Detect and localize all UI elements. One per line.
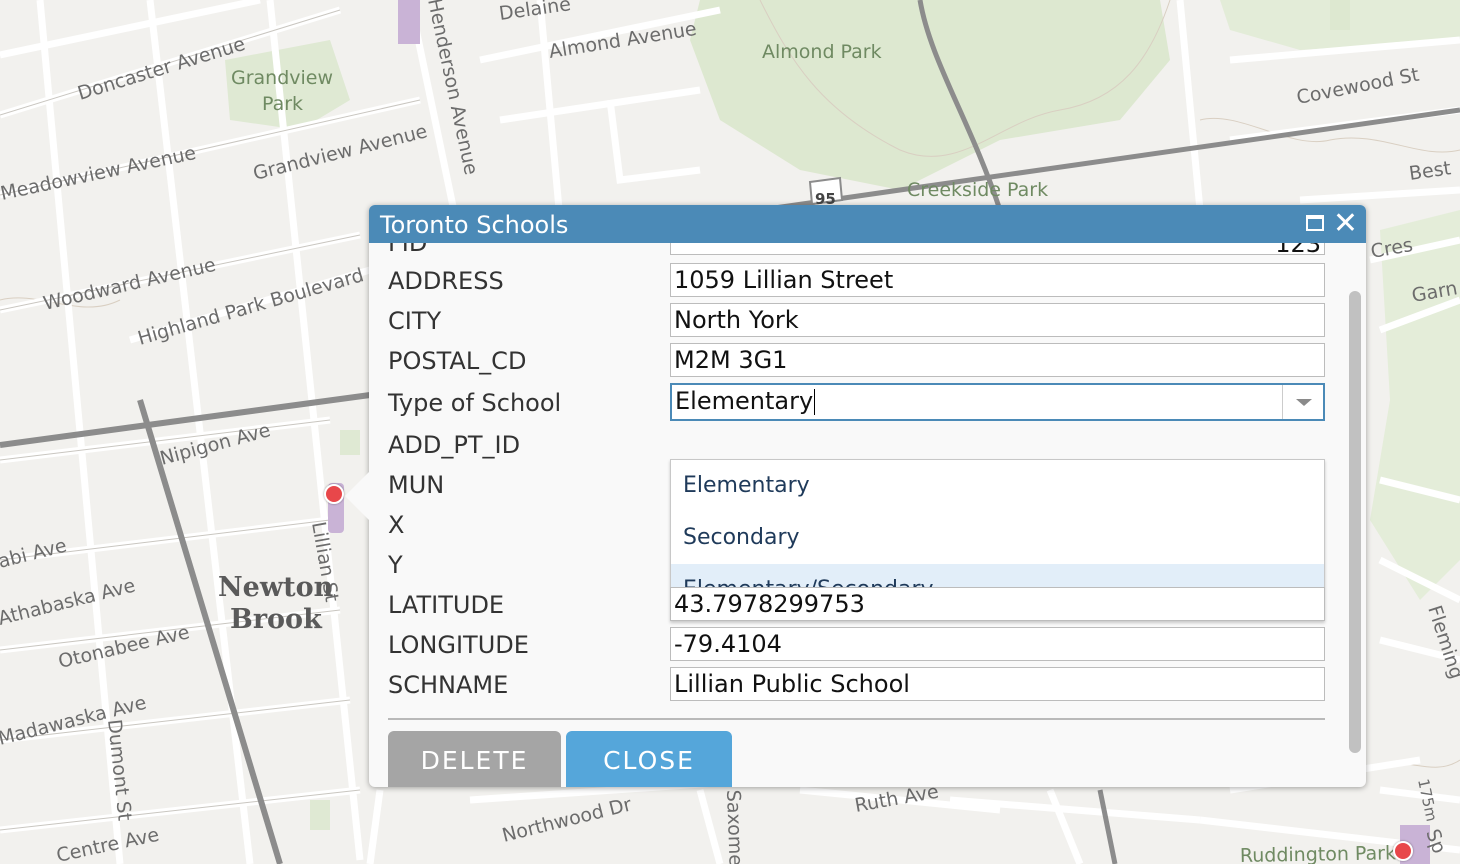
park-label: Ruddington Park bbox=[1240, 842, 1396, 864]
park-label: Creekside Park bbox=[907, 179, 1048, 201]
field-label-y: Y bbox=[388, 551, 403, 579]
close-button[interactable]: CLOSE bbox=[566, 731, 732, 787]
field-label-postal: POSTAL_CD bbox=[388, 347, 527, 375]
close-icon[interactable]: ✕ bbox=[1333, 207, 1358, 241]
popup-title: Toronto Schools bbox=[380, 211, 569, 239]
park-label: Grandview bbox=[231, 67, 333, 89]
longitude-field[interactable]: -79.4104 bbox=[670, 627, 1325, 661]
field-label-address: ADDRESS bbox=[388, 267, 504, 295]
text-caret bbox=[814, 389, 816, 415]
attribute-popup: Toronto Schools ✕ FID 123 ADDRESS 1059 L… bbox=[345, 205, 1366, 787]
address-field[interactable]: 1059 Lillian Street bbox=[670, 263, 1325, 297]
chevron-down-icon[interactable] bbox=[1282, 385, 1323, 419]
popup-titlebar[interactable]: Toronto Schools ✕ bbox=[369, 205, 1366, 243]
area-label: Brook bbox=[230, 604, 323, 635]
field-label-city: CITY bbox=[388, 307, 442, 335]
delete-button[interactable]: DELETE bbox=[388, 731, 561, 787]
dropdown-option-secondary[interactable]: Secondary bbox=[671, 512, 1324, 564]
field-label-fid: FID bbox=[388, 243, 428, 257]
road-label: Saxome Ave bbox=[722, 789, 748, 864]
field-label-schname: SCHNAME bbox=[388, 671, 509, 699]
park-label: Park bbox=[262, 93, 303, 115]
field-label-school-type: Type of School bbox=[388, 389, 562, 417]
school-marker[interactable] bbox=[1393, 841, 1413, 861]
dropdown-option-elementary[interactable]: Elementary bbox=[671, 460, 1324, 512]
field-label-longitude: LONGITUDE bbox=[388, 631, 529, 659]
field-label-latitude: LATITUDE bbox=[388, 591, 505, 619]
school-name-field[interactable]: Lillian Public School bbox=[670, 667, 1325, 701]
postal-code-field[interactable]: M2M 3G1 bbox=[670, 343, 1325, 377]
city-field[interactable]: North York bbox=[670, 303, 1325, 337]
divider bbox=[388, 718, 1325, 720]
scrollbar[interactable] bbox=[1349, 291, 1361, 753]
popup-body[interactable]: FID 123 ADDRESS 1059 Lillian Street CITY… bbox=[369, 243, 1366, 787]
field-label-x: X bbox=[388, 511, 405, 539]
popup-pointer bbox=[345, 472, 369, 520]
school-type-select[interactable]: Elementary bbox=[670, 383, 1325, 421]
latitude-field[interactable]: 43.7978299753 bbox=[670, 587, 1325, 621]
school-type-value: Elementary bbox=[675, 387, 814, 415]
park-label: Almond Park bbox=[762, 41, 882, 63]
school-marker-selected[interactable] bbox=[324, 484, 344, 504]
fid-field[interactable]: 123 bbox=[670, 243, 1325, 255]
field-label-add-pt-id: ADD_PT_ID bbox=[388, 431, 521, 459]
field-label-mun: MUN bbox=[388, 471, 445, 499]
maximize-icon[interactable] bbox=[1306, 215, 1324, 231]
area-label: Newton bbox=[218, 572, 334, 603]
